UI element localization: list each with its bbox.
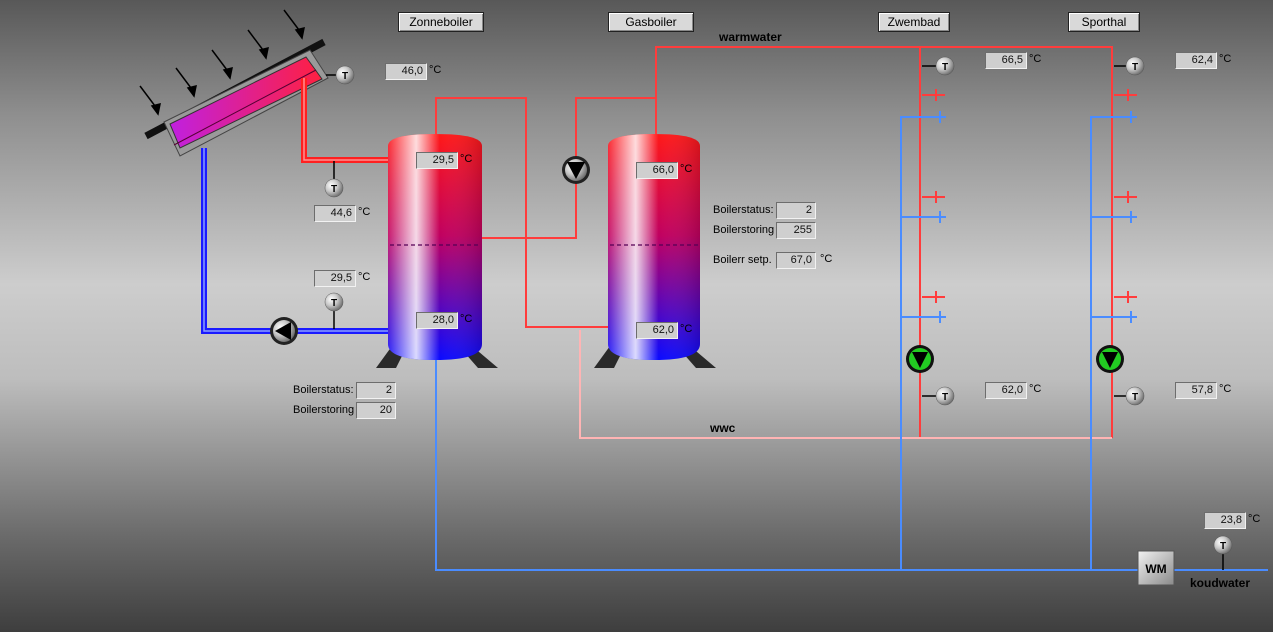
nav-button-gasboiler[interactable]: Gasboiler [608, 12, 694, 32]
water-meter-icon[interactable]: WM [1137, 550, 1175, 586]
nav-button-zonneboiler[interactable]: Zonneboiler [398, 12, 484, 32]
unit-collector-return: °C [358, 206, 371, 218]
gasboiler-status-label: Boilerstatus: [713, 204, 774, 216]
sensor-zwembad-return-letter: T [942, 392, 948, 403]
sensor-collector-return-letter: T [331, 184, 337, 195]
temp-koudwater: 23,8 [1204, 512, 1246, 529]
hot-water-pipes [435, 46, 1137, 438]
zwembad-pump-icon[interactable] [906, 345, 934, 373]
sensor-koudwater-letter: T [1220, 541, 1226, 552]
sensor-sporthal-return-letter: T [1132, 392, 1138, 403]
unit-gasboiler-bottom: °C [680, 323, 693, 335]
unit-sporthal-supply: °C [1219, 53, 1232, 65]
zonneboiler-tank[interactable] [376, 134, 498, 368]
gasboiler-storing-value: 255 [776, 222, 816, 239]
temp-sporthal-return: 57,8 [1175, 382, 1217, 399]
zonneboiler-storing-label: Boilerstoring [293, 404, 355, 416]
sensor-collector-letter: T [342, 71, 348, 82]
unit-zwembad-return: °C [1029, 383, 1042, 395]
unit-gasboiler-setpoint: °C [820, 253, 833, 265]
gasboiler-setpoint-value: 67,0 [776, 252, 816, 269]
solar-pump-icon[interactable] [270, 317, 298, 345]
scada-scene: T T T T T T T T WM Zonneboiler Gasboiler… [0, 0, 1273, 632]
zonneboiler-status-value: 2 [356, 382, 396, 399]
temp-collector: 46,0 [385, 63, 427, 80]
temp-zonneboiler-top: 29,5 [416, 152, 458, 169]
gasboiler-storing-label: Boilerstoring [713, 224, 775, 236]
sensor-zwembad-return-icon: T [935, 386, 955, 406]
temp-sporthal-supply: 62,4 [1175, 52, 1217, 69]
unit-gasboiler-top: °C [680, 163, 693, 175]
sporthal-pump-icon[interactable] [1096, 345, 1124, 373]
gasboiler-setpoint-label: Boilerr setp. [713, 254, 772, 266]
sensor-sporthal-supply-letter: T [1132, 62, 1138, 73]
pipe-label-koudwater: koudwater [1190, 576, 1251, 590]
temp-gasboiler-top: 66,0 [636, 162, 678, 179]
nav-button-sporthal[interactable]: Sporthal [1068, 12, 1140, 32]
unit-koudwater: °C [1248, 513, 1261, 525]
sensor-collector-icon: T [335, 65, 355, 85]
sensor-solar-return-letter: T [331, 298, 337, 309]
temp-zonneboiler-bottom: 28,0 [416, 312, 458, 329]
unit-collector: °C [429, 64, 442, 76]
unit-zonneboiler-top: °C [460, 153, 473, 165]
temp-gasboiler-bottom: 62,0 [636, 322, 678, 339]
temp-zwembad-supply: 66,5 [985, 52, 1027, 69]
sensor-sporthal-return-icon: T [1125, 386, 1145, 406]
pipe-label-warmwater: warmwater [719, 30, 782, 44]
temp-solar-return: 29,5 [314, 270, 356, 287]
solar-collector [139, 9, 329, 157]
sensor-zwembad-supply-icon: T [935, 56, 955, 76]
temp-zwembad-return: 62,0 [985, 382, 1027, 399]
zonneboiler-status-label: Boilerstatus: [293, 384, 354, 396]
sensor-zwembad-supply-letter: T [942, 62, 948, 73]
cold-water-pipes [435, 111, 1268, 571]
sensor-collector-return-icon: T [324, 178, 344, 198]
sensor-koudwater-icon: T [1213, 535, 1233, 555]
nav-button-zwembad[interactable]: Zwembad [878, 12, 950, 32]
pipe-label-wwc: wwc [710, 421, 736, 435]
unit-solar-return: °C [358, 271, 371, 283]
unit-zwembad-supply: °C [1029, 53, 1042, 65]
sensor-sporthal-supply-icon: T [1125, 56, 1145, 76]
unit-zonneboiler-bottom: °C [460, 313, 473, 325]
gasboiler-status-value: 2 [776, 202, 816, 219]
gasboiler-pump-icon[interactable] [562, 156, 590, 184]
water-meter-label: WM [1145, 562, 1166, 576]
temp-collector-return: 44,6 [314, 205, 356, 222]
zonneboiler-storing-value: 20 [356, 402, 396, 419]
process-diagram: T T T T T T T T WM [139, 9, 1268, 586]
unit-sporthal-return: °C [1219, 383, 1232, 395]
sensor-solar-return-icon: T [324, 292, 344, 312]
